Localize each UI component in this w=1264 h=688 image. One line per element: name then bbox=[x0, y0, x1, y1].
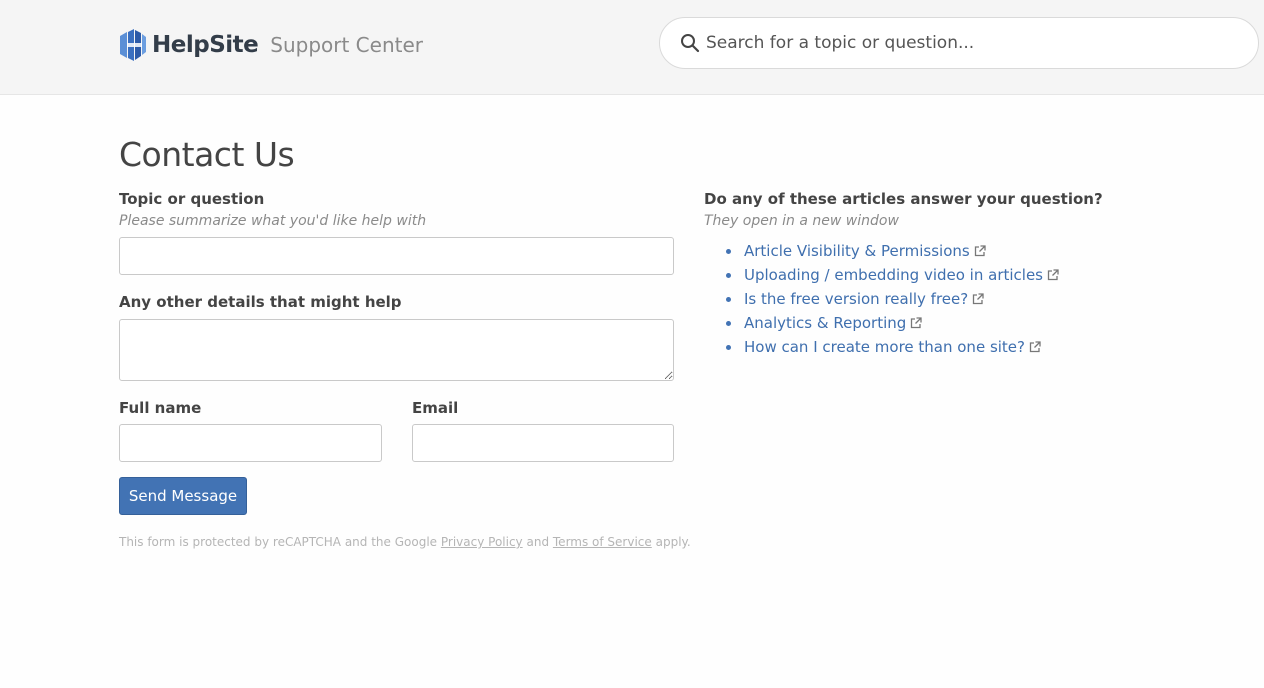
terms-of-service-link[interactable]: Terms of Service bbox=[553, 535, 652, 549]
list-item: Analytics & Reporting bbox=[726, 311, 1059, 335]
article-link[interactable]: Article Visibility & Permissions bbox=[744, 242, 970, 260]
email-label: Email bbox=[412, 399, 459, 417]
site-header: HelpSite Support Center bbox=[0, 0, 1264, 95]
list-item: How can I create more than one site? bbox=[726, 335, 1059, 359]
details-label: Any other details that might help bbox=[119, 293, 402, 311]
suggestions-heading: Do any of these articles answer your que… bbox=[704, 190, 1103, 208]
bullet bbox=[726, 296, 731, 302]
search-input[interactable] bbox=[706, 33, 1226, 53]
page-title: Contact Us bbox=[119, 135, 295, 174]
article-link[interactable]: Analytics & Reporting bbox=[744, 314, 906, 332]
list-item: Is the free version really free? bbox=[726, 287, 1059, 311]
site-subtitle: Support Center bbox=[270, 33, 423, 57]
full-name-label: Full name bbox=[119, 399, 202, 417]
send-message-button[interactable]: Send Message bbox=[119, 477, 247, 515]
email-input[interactable] bbox=[412, 424, 674, 462]
helpsite-logo-icon bbox=[120, 29, 146, 61]
recaptcha-suffix: apply. bbox=[655, 535, 691, 549]
list-item: Uploading / embedding video in articles bbox=[726, 263, 1059, 287]
bullet bbox=[726, 248, 731, 254]
brand-link[interactable]: HelpSite Support Center bbox=[118, 28, 423, 62]
bullet bbox=[726, 320, 731, 326]
recaptcha-and: and bbox=[526, 535, 550, 549]
external-link-icon bbox=[1047, 269, 1059, 281]
list-item: Article Visibility & Permissions bbox=[726, 239, 1059, 263]
bullet bbox=[726, 344, 731, 350]
suggestions-subheading: They open in a new window bbox=[704, 213, 899, 229]
full-name-input[interactable] bbox=[119, 424, 382, 462]
topic-input[interactable] bbox=[119, 237, 674, 275]
article-link[interactable]: Uploading / embedding video in articles bbox=[744, 266, 1043, 284]
bullet bbox=[726, 272, 731, 278]
external-link-icon bbox=[973, 293, 984, 305]
recaptcha-prefix: This form is protected by reCAPTCHA and … bbox=[119, 535, 438, 549]
privacy-policy-link[interactable]: Privacy Policy bbox=[441, 535, 523, 549]
topic-label: Topic or question bbox=[119, 190, 265, 208]
logo-text: HelpSite bbox=[152, 32, 259, 58]
external-link-icon bbox=[1029, 341, 1041, 353]
details-textarea[interactable] bbox=[119, 319, 674, 381]
external-link-icon bbox=[974, 245, 986, 257]
search-icon bbox=[681, 34, 700, 53]
search-bar[interactable] bbox=[659, 17, 1259, 69]
article-link[interactable]: Is the free version really free? bbox=[744, 290, 968, 308]
external-link-icon bbox=[911, 317, 922, 329]
article-link[interactable]: How can I create more than one site? bbox=[744, 338, 1025, 356]
topic-hint: Please summarize what you'd like help wi… bbox=[119, 213, 427, 229]
suggested-articles-list: Article Visibility & Permissions Uploadi… bbox=[726, 239, 1059, 359]
recaptcha-notice: This form is protected by reCAPTCHA and … bbox=[119, 535, 691, 549]
